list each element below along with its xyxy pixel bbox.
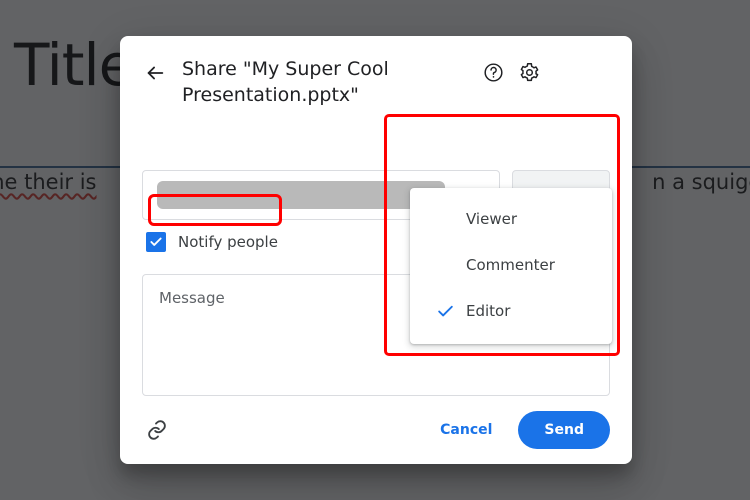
footer-actions: Cancel Send (426, 411, 610, 449)
menu-item-commenter[interactable]: Commenter (410, 242, 612, 288)
menu-check-slot-editor (436, 302, 464, 321)
role-dropdown-menu: Viewer Commenter Editor (410, 188, 612, 344)
back-arrow-icon[interactable] (142, 60, 168, 86)
dialog-footer: Cancel Send (120, 396, 632, 464)
dialog-header: Share "My Super Cool Presentation.pptx" (120, 36, 632, 122)
checkmark-icon (150, 237, 162, 246)
screenshot-stage: Title time their is n a squiggly Share "… (0, 0, 750, 500)
notify-people-label: Notify people (178, 233, 278, 251)
help-circle-icon[interactable] (482, 61, 504, 83)
redacted-email-bar (157, 181, 445, 209)
menu-item-viewer-label: Viewer (466, 210, 517, 228)
send-button[interactable]: Send (518, 411, 610, 449)
gear-icon[interactable] (518, 61, 540, 83)
checkbox-box (146, 232, 166, 252)
menu-item-editor-label: Editor (466, 302, 511, 320)
message-placeholder: Message (159, 289, 225, 307)
link-icon[interactable] (142, 415, 172, 445)
cancel-button[interactable]: Cancel (426, 413, 506, 447)
header-icon-group (482, 61, 540, 83)
menu-item-editor[interactable]: Editor (410, 288, 612, 334)
menu-item-viewer[interactable]: Viewer (410, 196, 612, 242)
dialog-title: Share "My Super Cool Presentation.pptx" (182, 58, 389, 106)
menu-item-commenter-label: Commenter (466, 256, 555, 274)
checkmark-icon (438, 305, 453, 316)
notify-people-checkbox[interactable]: Notify people (146, 232, 278, 252)
